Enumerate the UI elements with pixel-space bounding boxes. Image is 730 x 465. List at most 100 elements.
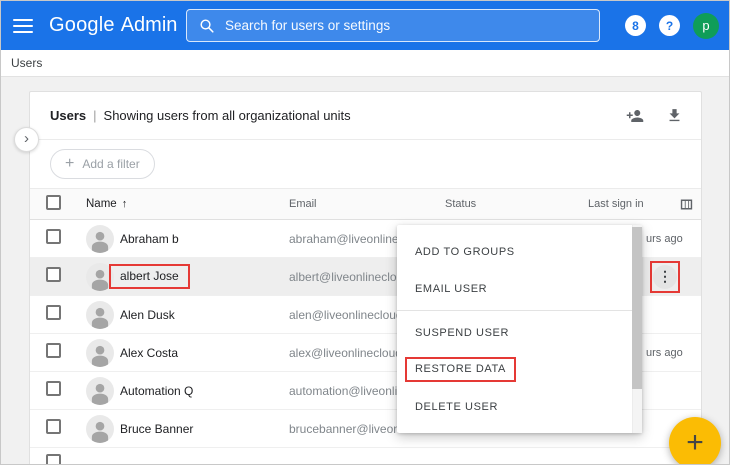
content-area: Users | Showing users from all organizatio… (1, 77, 729, 465)
menu-item-restore-data[interactable]: RESTORE DATA (397, 351, 642, 388)
topbar-actions: 8 ? p (625, 1, 719, 50)
breadcrumb-users[interactable]: Users (11, 56, 42, 70)
name-header-label: Name (86, 198, 117, 210)
menu-icon[interactable] (13, 19, 33, 33)
menu-item-suspend-user[interactable]: SUSPEND USER (397, 314, 642, 351)
menu-item-label: DELETE USER (415, 401, 498, 413)
panel-subtitle: Showing users from all organizational un… (104, 108, 351, 123)
user-avatar-icon (86, 415, 114, 443)
user-avatar-icon (86, 339, 114, 367)
menu-scrollbar[interactable] (632, 225, 642, 433)
user-name[interactable]: Alex Costa (120, 346, 178, 360)
row-checkbox[interactable] (46, 343, 61, 358)
table-row[interactable] (30, 448, 701, 465)
avatar-cell (86, 415, 120, 443)
filter-section: + Add a filter (30, 140, 701, 189)
notifications-badge[interactable]: 8 (625, 15, 646, 36)
panel-title-bold: Users (50, 108, 86, 123)
select-all-cell (46, 195, 86, 213)
user-name[interactable]: Abraham b (120, 232, 179, 246)
table-header: Name ↑ Email Status Last sign in (30, 189, 701, 220)
user-name[interactable]: Bruce Banner (120, 422, 193, 436)
chevron-right-icon: › (24, 131, 29, 146)
add-filter-label: Add a filter (82, 157, 139, 171)
checkbox-cell (46, 267, 86, 287)
name-cell: Abraham b (120, 230, 289, 248)
menu-item-add-to-groups[interactable]: ADD TO GROUPS (397, 233, 642, 270)
menu-item-label: ADD TO GROUPS (415, 246, 515, 258)
last-signin-header-label[interactable]: Last sign in (588, 198, 644, 210)
user-name[interactable]: albert Jose (120, 269, 179, 283)
question-mark-glyph: ? (666, 19, 673, 33)
search-bar[interactable] (186, 9, 600, 42)
name-cell: Automation Q (120, 382, 289, 400)
checkbox-cell (46, 419, 86, 439)
user-avatar-icon (86, 301, 114, 329)
download-icon[interactable] (666, 107, 683, 124)
checkbox-cell (46, 229, 86, 249)
column-header-last-signin-group: Last sign in (588, 196, 701, 213)
column-header-name[interactable]: Name ↑ (86, 198, 289, 210)
annotation-box-row-menu: ⋮ (650, 261, 680, 293)
annotation-box-restore-data: RESTORE DATA (405, 357, 516, 382)
plus-icon: + (686, 428, 704, 458)
menu-item-label: EMAIL USER (415, 283, 487, 295)
user-avatar-icon (86, 377, 114, 405)
row-checkbox[interactable] (46, 419, 61, 434)
checkbox-cell (46, 381, 86, 401)
name-cell: Alen Dusk (120, 306, 289, 324)
user-name[interactable]: Automation Q (120, 384, 193, 398)
menu-divider (397, 310, 642, 311)
title-separator: | (93, 108, 96, 123)
avatar-cell (86, 225, 120, 253)
help-icon[interactable]: ? (659, 15, 680, 36)
logo-google: Google (49, 14, 115, 37)
checkbox-cell (46, 343, 86, 363)
row-checkbox[interactable] (46, 305, 61, 320)
notification-count: 8 (632, 19, 639, 33)
user-name[interactable]: Alen Dusk (120, 308, 175, 322)
row-checkbox[interactable] (46, 267, 61, 282)
menu-item-label: RESTORE DATA (415, 363, 506, 375)
menu-item-delete-user[interactable]: DELETE USER (397, 388, 642, 425)
name-cell: albert Jose (120, 264, 289, 289)
sort-ascending-icon: ↑ (122, 198, 128, 210)
add-filter-button[interactable]: + Add a filter (50, 149, 155, 179)
vertical-dots-icon: ⋮ (658, 268, 672, 285)
row-checkbox[interactable] (46, 381, 61, 396)
plus-icon: + (65, 156, 74, 172)
breadcrumb: Users (1, 50, 729, 77)
annotation-box-user-name: albert Jose (109, 264, 190, 289)
menu-scrollbar-thumb[interactable] (632, 227, 642, 389)
select-all-checkbox[interactable] (46, 195, 61, 210)
avatar-cell (86, 339, 120, 367)
checkbox-cell (46, 454, 86, 465)
menu-item-email-user[interactable]: EMAIL USER (397, 270, 642, 307)
panel-title: Users | Showing users from all organizatio… (50, 108, 351, 123)
logo-admin: Admin (121, 14, 178, 37)
add-user-icon[interactable] (626, 107, 644, 125)
panel-header: Users | Showing users from all organizatio… (30, 92, 701, 140)
admin-console-screen: Google Admin 8 ? p Users (0, 0, 730, 465)
row-menu-button[interactable]: ⋮ (653, 265, 677, 289)
search-input[interactable] (225, 18, 587, 33)
menu-item-label: SUSPEND USER (415, 327, 509, 339)
row-checkbox[interactable] (46, 229, 61, 244)
row-context-menu: ADD TO GROUPS EMAIL USER SUSPEND USER RE… (397, 225, 642, 433)
search-icon (199, 18, 215, 34)
add-user-fab[interactable]: + (669, 417, 721, 465)
manage-columns-icon[interactable] (678, 196, 695, 213)
column-header-email[interactable]: Email (289, 198, 445, 210)
account-avatar[interactable]: p (693, 13, 719, 39)
column-header-status[interactable]: Status (445, 198, 588, 210)
name-cell: Bruce Banner (120, 420, 289, 438)
avatar-letter: p (702, 18, 709, 33)
avatar-cell (86, 377, 120, 405)
expand-panel-button[interactable]: › (14, 127, 39, 152)
topbar: Google Admin 8 ? p (1, 1, 729, 50)
row-checkbox[interactable] (46, 454, 61, 465)
checkbox-cell (46, 305, 86, 325)
avatar-cell (86, 301, 120, 329)
app-logo: Google Admin (49, 14, 177, 37)
user-avatar-icon (86, 225, 114, 253)
